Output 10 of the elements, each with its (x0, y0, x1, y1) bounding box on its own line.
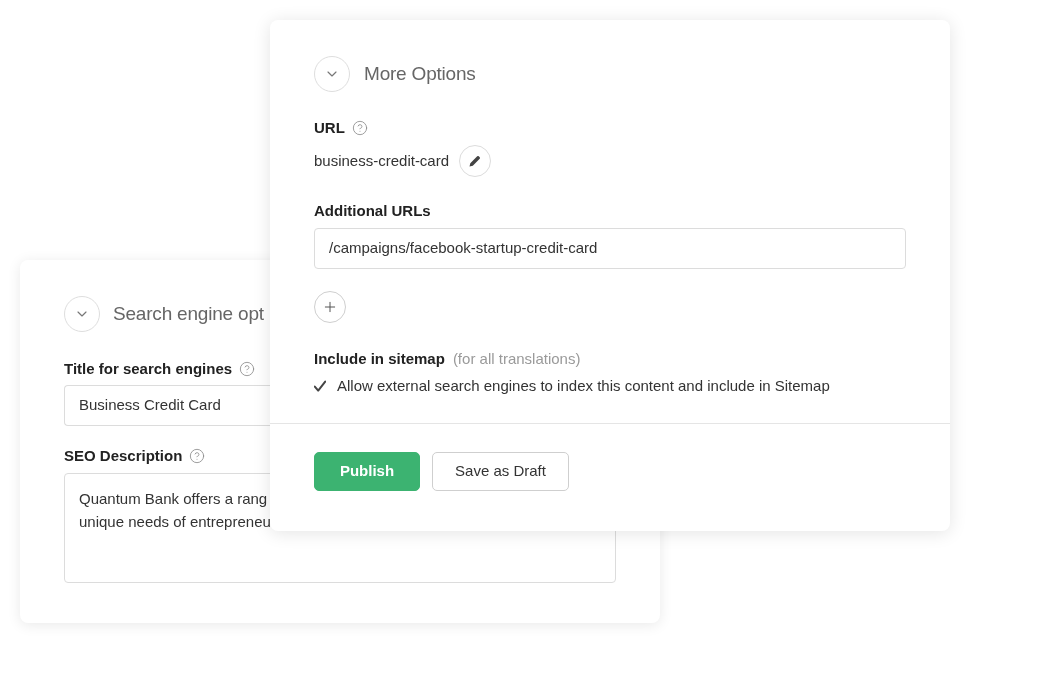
panel-title: Search engine opt (113, 302, 264, 326)
field-label: Title for search engines (64, 360, 233, 378)
field-label: SEO Description (64, 447, 183, 465)
field-label: Additional URLs (314, 202, 431, 220)
url-value: business-credit-card (314, 152, 450, 170)
sitemap-note: (for all translations) (452, 350, 581, 368)
field-label: URL (314, 119, 345, 137)
checkbox-label: Allow external search engines to index this content and include in Sitemap (337, 377, 830, 395)
panel-title: More Options (364, 62, 476, 86)
field-label: Include in sitemap (314, 350, 445, 368)
